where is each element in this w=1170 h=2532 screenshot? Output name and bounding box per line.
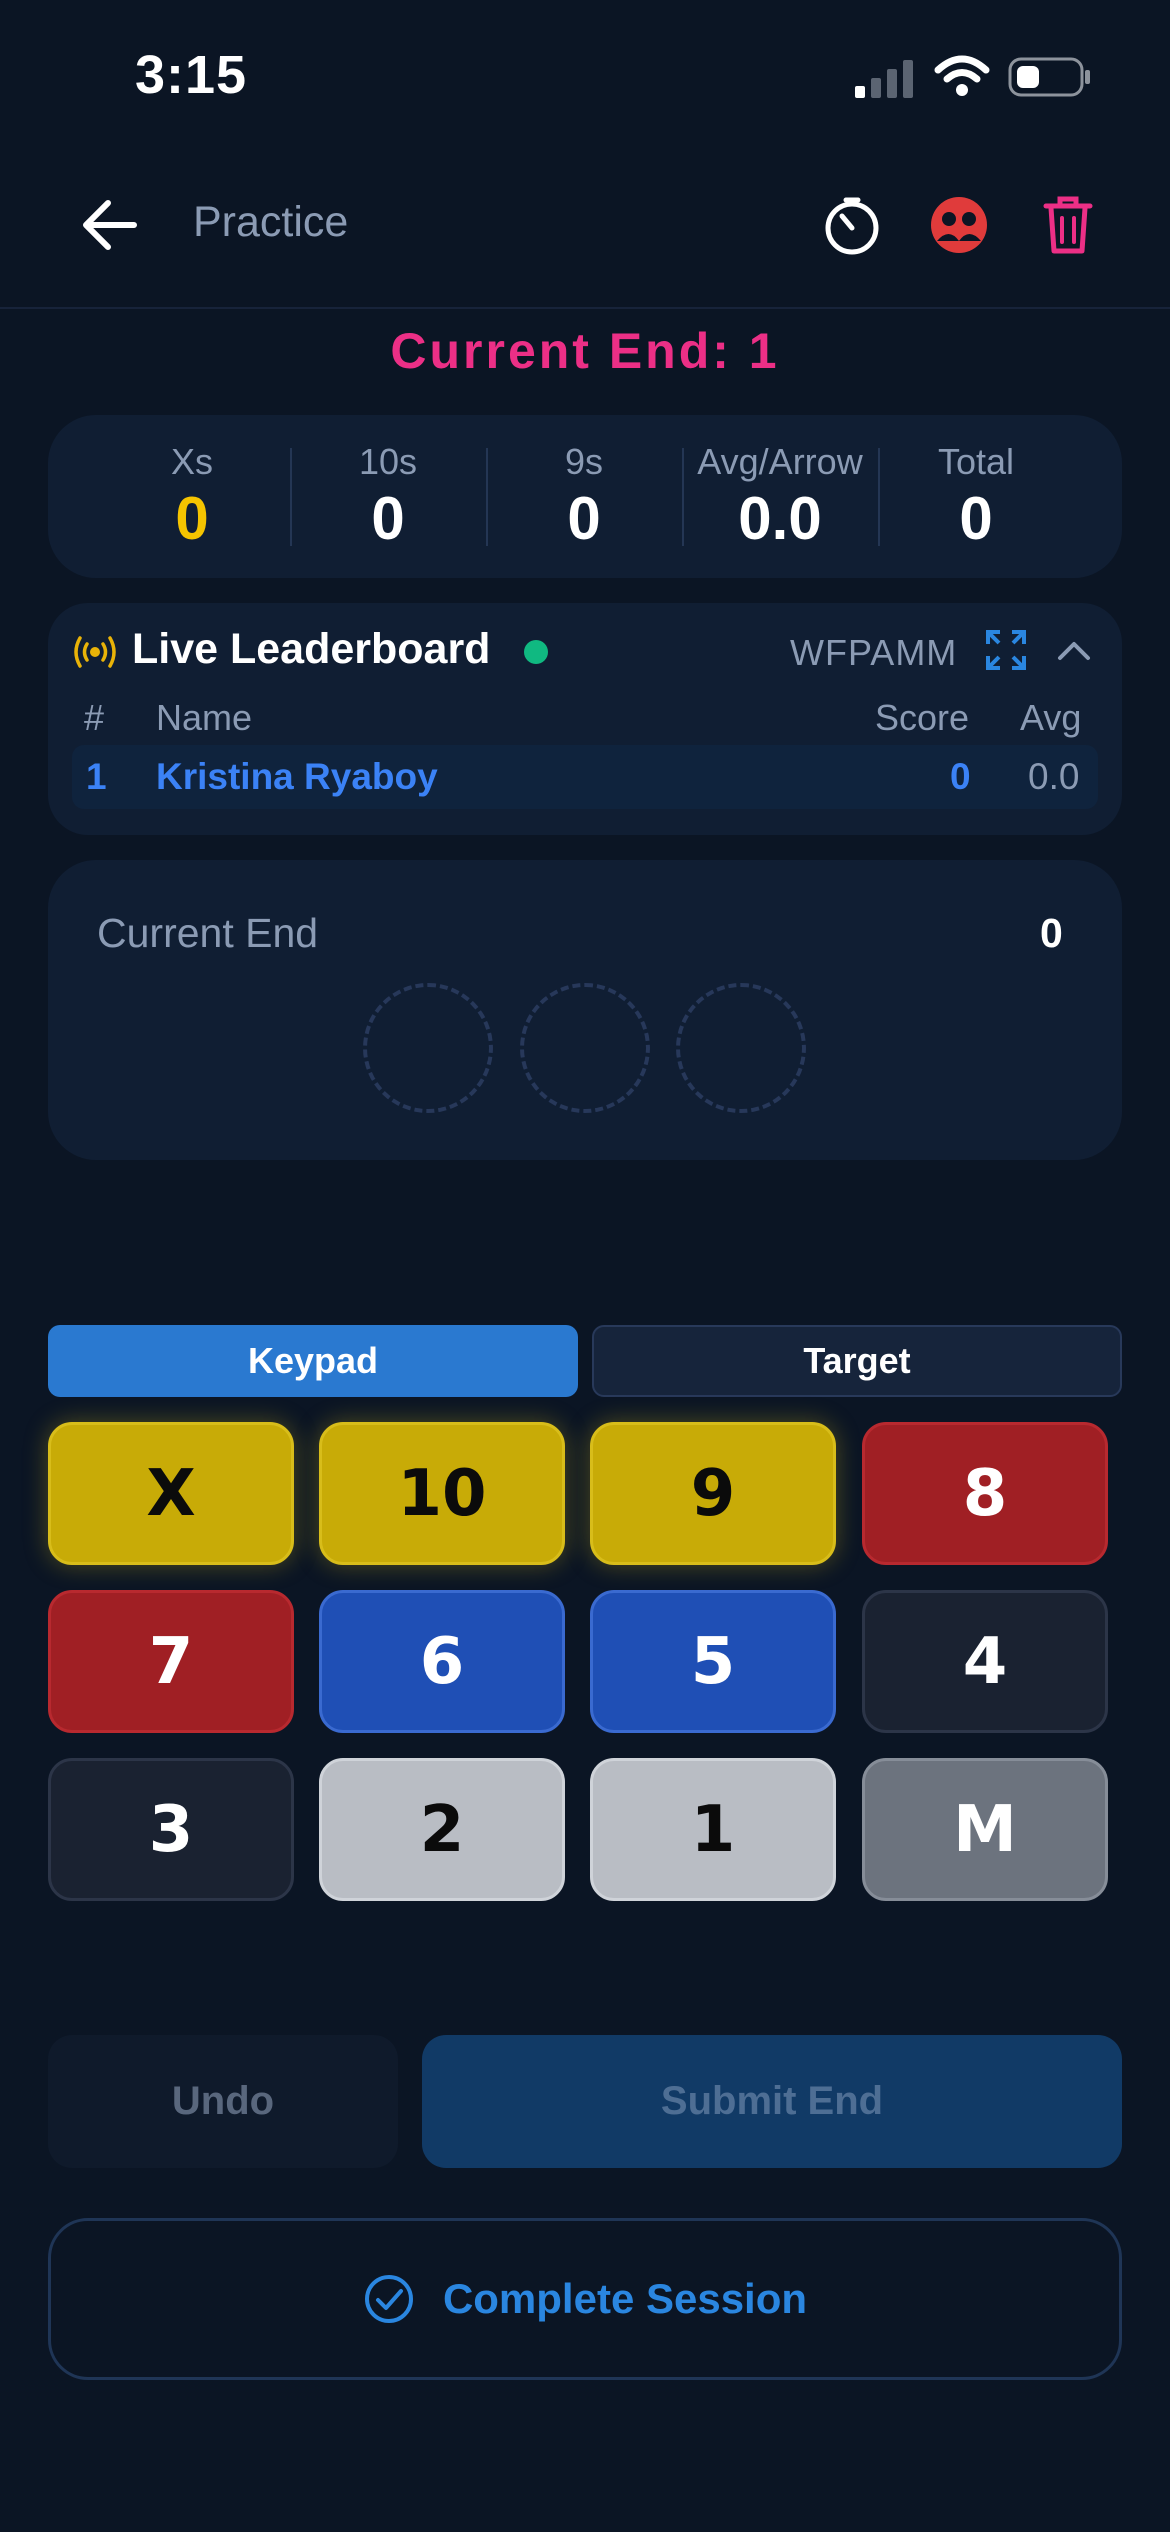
collapse-button[interactable] bbox=[1054, 632, 1098, 672]
key-1[interactable]: 1 bbox=[590, 1758, 836, 1901]
back-arrow-icon bbox=[83, 200, 137, 250]
stat-value: 0 bbox=[371, 485, 405, 552]
delete-button[interactable] bbox=[1033, 190, 1103, 260]
column-rank: # bbox=[84, 697, 105, 738]
key-7[interactable]: 7 bbox=[48, 1590, 294, 1733]
current-end-label: Current End bbox=[97, 910, 319, 956]
stat-total: Total 0 bbox=[878, 441, 1074, 555]
stat-label: 9s bbox=[564, 441, 604, 482]
key-5[interactable]: 5 bbox=[590, 1590, 836, 1733]
column-name: Name bbox=[156, 697, 253, 738]
wifi-icon bbox=[934, 55, 990, 96]
key-6[interactable]: 6 bbox=[319, 1590, 565, 1733]
cellular-signal-icon bbox=[855, 60, 913, 98]
key-2[interactable]: 2 bbox=[319, 1758, 565, 1901]
session-code[interactable]: WFPAMM bbox=[790, 632, 957, 674]
current-end-total: 0 bbox=[1040, 910, 1063, 956]
column-score: Score bbox=[875, 697, 970, 738]
key-10[interactable]: 10 bbox=[319, 1422, 565, 1565]
complete-session-button[interactable]: Complete Session bbox=[48, 2218, 1122, 2380]
stat-label: Avg/Arrow bbox=[697, 441, 863, 482]
stat-value: 0 bbox=[959, 485, 993, 552]
header-divider bbox=[0, 307, 1170, 309]
group-icon bbox=[931, 197, 987, 253]
stat-10s: 10s 0 bbox=[290, 441, 486, 555]
expand-button[interactable] bbox=[984, 628, 1032, 676]
stat-value: 0.0 bbox=[738, 485, 822, 552]
undo-button[interactable]: Undo bbox=[48, 2035, 398, 2168]
key-3[interactable]: 3 bbox=[48, 1758, 294, 1901]
stat-label: 10s bbox=[358, 441, 418, 482]
stat-label: Total bbox=[937, 441, 1015, 482]
page-title: Practice bbox=[193, 198, 349, 246]
row-score: 0 bbox=[950, 756, 971, 797]
battery-icon bbox=[1008, 57, 1090, 97]
row-avg: 0.0 bbox=[1028, 756, 1080, 797]
stat-avg-arrow: Avg/Arrow 0.0 bbox=[682, 441, 878, 555]
broadcast-icon bbox=[74, 636, 116, 668]
arrow-slot bbox=[363, 983, 493, 1113]
current-end-heading: Current End: 1 bbox=[390, 323, 780, 379]
tab-keypad[interactable]: Keypad bbox=[48, 1325, 578, 1397]
participants-button[interactable] bbox=[924, 190, 994, 260]
key-4[interactable]: 4 bbox=[862, 1590, 1108, 1733]
stat-value: 0 bbox=[567, 485, 601, 552]
key-x[interactable]: X bbox=[48, 1422, 294, 1565]
check-circle-icon bbox=[364, 2275, 413, 2323]
trash-icon bbox=[1043, 196, 1093, 254]
submit-end-button[interactable]: Submit End bbox=[422, 2035, 1122, 2168]
row-name: Kristina Ryaboy bbox=[156, 756, 438, 797]
key-8[interactable]: 8 bbox=[862, 1422, 1108, 1565]
arrow-slot bbox=[520, 983, 650, 1113]
back-button[interactable] bbox=[70, 185, 150, 265]
row-rank: 1 bbox=[86, 756, 107, 797]
stopwatch-icon bbox=[825, 197, 879, 255]
stat-9s: 9s 0 bbox=[486, 441, 682, 555]
live-status-dot bbox=[524, 640, 548, 664]
key-m[interactable]: M bbox=[862, 1758, 1108, 1901]
stat-label: Xs bbox=[170, 441, 213, 482]
tab-target[interactable]: Target bbox=[592, 1325, 1122, 1397]
key-9[interactable]: 9 bbox=[590, 1422, 836, 1565]
complete-session-label: Complete Session bbox=[442, 2275, 808, 2322]
status-time: 3:15 bbox=[135, 45, 248, 105]
expand-icon bbox=[986, 630, 1026, 670]
arrow-slot bbox=[676, 983, 806, 1113]
leaderboard-title: Live Leaderboard bbox=[132, 625, 491, 673]
chevron-up-icon bbox=[1058, 642, 1090, 660]
stat-value: 0 bbox=[175, 485, 209, 552]
timer-button[interactable] bbox=[817, 190, 887, 260]
stat-xs: Xs 0 bbox=[94, 441, 290, 555]
column-avg: Avg bbox=[1020, 697, 1082, 738]
